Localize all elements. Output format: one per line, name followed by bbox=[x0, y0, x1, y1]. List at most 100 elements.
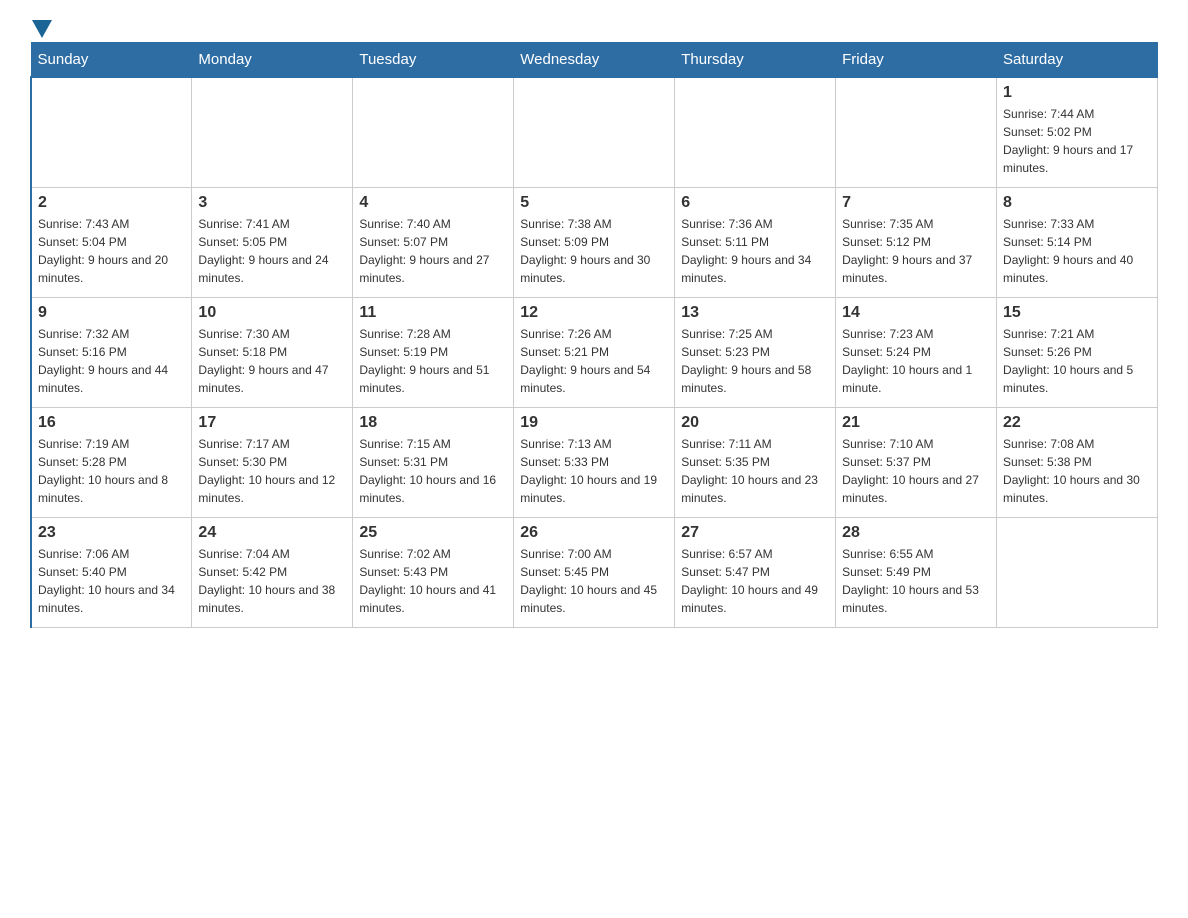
day-number: 14 bbox=[842, 304, 990, 322]
calendar-cell: 11 Sunrise: 7:28 AM Sunset: 5:19 PM Dayli… bbox=[353, 298, 514, 408]
calendar-cell: 24 Sunrise: 7:04 AM Sunset: 5:42 PM Dayli… bbox=[192, 518, 353, 628]
calendar-cell: 25Sunrise: 7:02 AM Sunset: 5:43 PM Dayli… bbox=[353, 518, 514, 628]
logo bbox=[30, 20, 52, 32]
calendar-cell bbox=[836, 77, 997, 188]
calendar-cell: 23 Sunrise: 7:06 AM Sunset: 5:40 PM Dayli… bbox=[31, 518, 192, 628]
day-info: Sunrise: 6:55 AM Sunset: 5:49 PM Dayligh… bbox=[842, 545, 990, 617]
page-header bbox=[30, 20, 1158, 32]
day-number: 12 bbox=[520, 304, 668, 322]
day-number: 1 bbox=[1003, 84, 1151, 102]
calendar-header-row: SundayMondayTuesdayWednesdayThursdayFrid… bbox=[31, 43, 1158, 78]
calendar-cell: 14 Sunrise: 7:23 AM Sunset: 5:24 PM Dayli… bbox=[836, 298, 997, 408]
day-info: Sunrise: 7:32 AM Sunset: 5:16 PM Dayligh… bbox=[38, 325, 185, 397]
calendar-cell bbox=[31, 77, 192, 188]
day-number: 17 bbox=[198, 414, 346, 432]
day-info: Sunrise: 7:04 AM Sunset: 5:42 PM Dayligh… bbox=[198, 545, 346, 617]
calendar-week-row: 1 Sunrise: 7:44 AM Sunset: 5:02 PM Daylig… bbox=[31, 77, 1158, 188]
day-number: 7 bbox=[842, 194, 990, 212]
day-info: Sunrise: 7:19 AM Sunset: 5:28 PM Dayligh… bbox=[38, 435, 185, 507]
day-number: 26 bbox=[520, 524, 668, 542]
day-info: Sunrise: 7:28 AM Sunset: 5:19 PM Dayligh… bbox=[359, 325, 507, 397]
calendar-cell: 18 Sunrise: 7:15 AM Sunset: 5:31 PM Dayli… bbox=[353, 408, 514, 518]
day-info: Sunrise: 7:41 AM Sunset: 5:05 PM Dayligh… bbox=[198, 215, 346, 287]
calendar-weekday-friday: Friday bbox=[836, 43, 997, 78]
day-number: 20 bbox=[681, 414, 829, 432]
calendar-week-row: 16 Sunrise: 7:19 AM Sunset: 5:28 PM Dayli… bbox=[31, 408, 1158, 518]
calendar-cell: 13Sunrise: 7:25 AM Sunset: 5:23 PM Dayli… bbox=[675, 298, 836, 408]
calendar-cell: 17 Sunrise: 7:17 AM Sunset: 5:30 PM Dayli… bbox=[192, 408, 353, 518]
calendar-weekday-thursday: Thursday bbox=[675, 43, 836, 78]
day-number: 16 bbox=[38, 414, 185, 432]
day-info: Sunrise: 7:40 AM Sunset: 5:07 PM Dayligh… bbox=[359, 215, 507, 287]
calendar-weekday-saturday: Saturday bbox=[997, 43, 1158, 78]
day-info: Sunrise: 7:13 AM Sunset: 5:33 PM Dayligh… bbox=[520, 435, 668, 507]
calendar-cell: 7 Sunrise: 7:35 AM Sunset: 5:12 PM Daylig… bbox=[836, 188, 997, 298]
logo-triangle-icon bbox=[32, 20, 52, 38]
day-number: 15 bbox=[1003, 304, 1151, 322]
day-number: 18 bbox=[359, 414, 507, 432]
calendar-cell: 12Sunrise: 7:26 AM Sunset: 5:21 PM Dayli… bbox=[514, 298, 675, 408]
calendar-cell: 5 Sunrise: 7:38 AM Sunset: 5:09 PM Daylig… bbox=[514, 188, 675, 298]
day-info: Sunrise: 7:43 AM Sunset: 5:04 PM Dayligh… bbox=[38, 215, 185, 287]
calendar-cell bbox=[675, 77, 836, 188]
day-number: 4 bbox=[359, 194, 507, 212]
day-info: Sunrise: 7:23 AM Sunset: 5:24 PM Dayligh… bbox=[842, 325, 990, 397]
day-info: Sunrise: 7:10 AM Sunset: 5:37 PM Dayligh… bbox=[842, 435, 990, 507]
calendar-cell: 21 Sunrise: 7:10 AM Sunset: 5:37 PM Dayli… bbox=[836, 408, 997, 518]
calendar-cell: 9 Sunrise: 7:32 AM Sunset: 5:16 PM Daylig… bbox=[31, 298, 192, 408]
calendar-cell bbox=[353, 77, 514, 188]
day-number: 25 bbox=[359, 524, 507, 542]
calendar-cell: 22 Sunrise: 7:08 AM Sunset: 5:38 PM Dayli… bbox=[997, 408, 1158, 518]
calendar-cell bbox=[514, 77, 675, 188]
day-info: Sunrise: 7:08 AM Sunset: 5:38 PM Dayligh… bbox=[1003, 435, 1151, 507]
day-info: Sunrise: 7:15 AM Sunset: 5:31 PM Dayligh… bbox=[359, 435, 507, 507]
calendar-cell: 8Sunrise: 7:33 AM Sunset: 5:14 PM Daylig… bbox=[997, 188, 1158, 298]
day-number: 27 bbox=[681, 524, 829, 542]
calendar-cell: 16 Sunrise: 7:19 AM Sunset: 5:28 PM Dayli… bbox=[31, 408, 192, 518]
calendar-week-row: 2 Sunrise: 7:43 AM Sunset: 5:04 PM Daylig… bbox=[31, 188, 1158, 298]
day-number: 3 bbox=[198, 194, 346, 212]
calendar-cell: 6 Sunrise: 7:36 AM Sunset: 5:11 PM Daylig… bbox=[675, 188, 836, 298]
day-info: Sunrise: 7:25 AM Sunset: 5:23 PM Dayligh… bbox=[681, 325, 829, 397]
calendar-cell bbox=[997, 518, 1158, 628]
calendar-cell: 15 Sunrise: 7:21 AM Sunset: 5:26 PM Dayli… bbox=[997, 298, 1158, 408]
calendar-week-row: 23 Sunrise: 7:06 AM Sunset: 5:40 PM Dayli… bbox=[31, 518, 1158, 628]
calendar-weekday-monday: Monday bbox=[192, 43, 353, 78]
day-info: Sunrise: 7:21 AM Sunset: 5:26 PM Dayligh… bbox=[1003, 325, 1151, 397]
calendar-cell: 10 Sunrise: 7:30 AM Sunset: 5:18 PM Dayli… bbox=[192, 298, 353, 408]
day-info: Sunrise: 7:35 AM Sunset: 5:12 PM Dayligh… bbox=[842, 215, 990, 287]
day-info: Sunrise: 7:17 AM Sunset: 5:30 PM Dayligh… bbox=[198, 435, 346, 507]
day-info: Sunrise: 7:36 AM Sunset: 5:11 PM Dayligh… bbox=[681, 215, 829, 287]
calendar-cell bbox=[192, 77, 353, 188]
calendar-weekday-tuesday: Tuesday bbox=[353, 43, 514, 78]
day-info: Sunrise: 7:38 AM Sunset: 5:09 PM Dayligh… bbox=[520, 215, 668, 287]
calendar-cell: 3 Sunrise: 7:41 AM Sunset: 5:05 PM Daylig… bbox=[192, 188, 353, 298]
day-number: 24 bbox=[198, 524, 346, 542]
calendar-cell: 20 Sunrise: 7:11 AM Sunset: 5:35 PM Dayli… bbox=[675, 408, 836, 518]
calendar-cell: 27 Sunrise: 6:57 AM Sunset: 5:47 PM Dayli… bbox=[675, 518, 836, 628]
day-number: 11 bbox=[359, 304, 507, 322]
calendar-week-row: 9 Sunrise: 7:32 AM Sunset: 5:16 PM Daylig… bbox=[31, 298, 1158, 408]
calendar-cell: 26 Sunrise: 7:00 AM Sunset: 5:45 PM Dayli… bbox=[514, 518, 675, 628]
day-info: Sunrise: 7:00 AM Sunset: 5:45 PM Dayligh… bbox=[520, 545, 668, 617]
day-info: Sunrise: 7:33 AM Sunset: 5:14 PM Dayligh… bbox=[1003, 215, 1151, 287]
day-number: 9 bbox=[38, 304, 185, 322]
day-info: Sunrise: 6:57 AM Sunset: 5:47 PM Dayligh… bbox=[681, 545, 829, 617]
day-info: Sunrise: 7:30 AM Sunset: 5:18 PM Dayligh… bbox=[198, 325, 346, 397]
day-number: 21 bbox=[842, 414, 990, 432]
day-number: 22 bbox=[1003, 414, 1151, 432]
day-number: 6 bbox=[681, 194, 829, 212]
day-info: Sunrise: 7:44 AM Sunset: 5:02 PM Dayligh… bbox=[1003, 105, 1151, 177]
day-number: 10 bbox=[198, 304, 346, 322]
calendar-cell: 28 Sunrise: 6:55 AM Sunset: 5:49 PM Dayli… bbox=[836, 518, 997, 628]
day-info: Sunrise: 7:06 AM Sunset: 5:40 PM Dayligh… bbox=[38, 545, 185, 617]
day-number: 23 bbox=[38, 524, 185, 542]
day-info: Sunrise: 7:11 AM Sunset: 5:35 PM Dayligh… bbox=[681, 435, 829, 507]
day-number: 2 bbox=[38, 194, 185, 212]
calendar-cell: 19 Sunrise: 7:13 AM Sunset: 5:33 PM Dayli… bbox=[514, 408, 675, 518]
day-number: 28 bbox=[842, 524, 990, 542]
day-number: 5 bbox=[520, 194, 668, 212]
calendar-cell: 1 Sunrise: 7:44 AM Sunset: 5:02 PM Daylig… bbox=[997, 77, 1158, 188]
calendar-weekday-sunday: Sunday bbox=[31, 43, 192, 78]
day-number: 19 bbox=[520, 414, 668, 432]
